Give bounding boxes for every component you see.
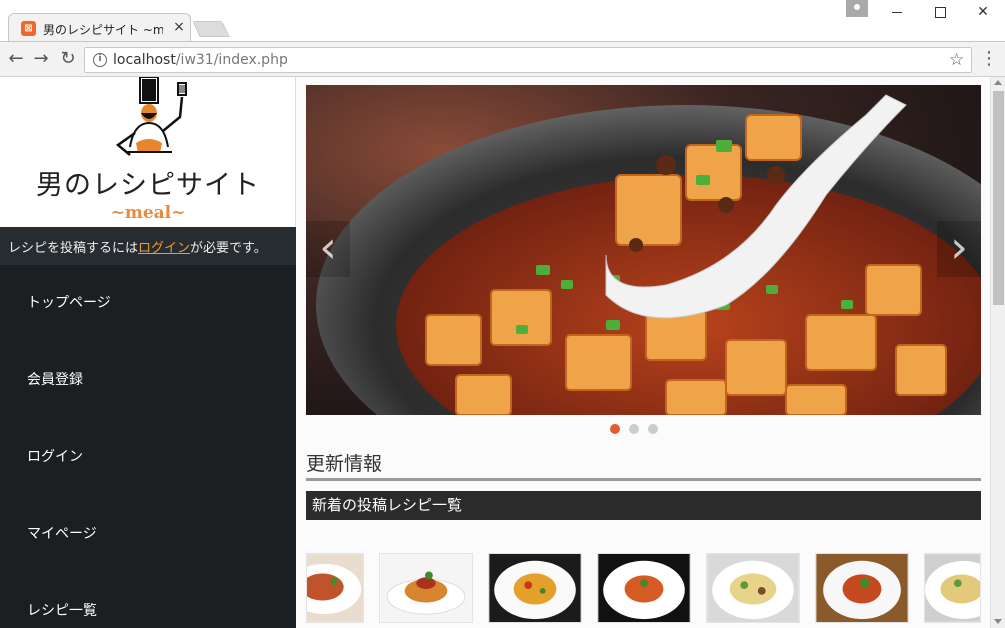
forward-icon[interactable]: → [31,49,51,69]
logo-subtitle: ~meal~ [110,203,186,223]
login-notice-before: レシピを投稿するには [8,241,139,256]
hero-carousel[interactable]: ‹ › [306,85,981,415]
recipe-thumbnail[interactable] [706,553,800,623]
user-profile-icon[interactable] [846,0,868,17]
recipe-thumbnail[interactable] [306,553,364,623]
login-link[interactable]: ログイン [138,241,190,256]
new-tab-button[interactable] [192,21,230,37]
tab-title: 男のレシピサイト ~meal~ ト [43,23,163,37]
bookmark-star-icon[interactable]: ☆ [949,50,964,70]
page-viewport: 男のレシピサイト ~meal~ レシピを投稿するにはログインが必要です。 トップ… [0,77,1005,628]
xampp-icon: ⊠ [21,21,36,36]
address-bar[interactable]: i localhost/iw31/index.php ☆ [84,47,972,73]
carousel-indicator-3[interactable] [648,424,658,434]
scroll-down-arrow-icon[interactable] [994,619,1002,624]
nav-item-register[interactable]: 会員登録 [0,360,296,400]
nav-item-mypage[interactable]: マイページ [0,514,296,554]
back-icon[interactable]: ← [6,49,26,69]
heading-divider [306,478,981,481]
recipe-thumbnail[interactable] [815,553,909,623]
info-icon[interactable]: i [93,53,107,67]
browser-menu-icon[interactable]: ⋮ [979,49,999,69]
recipe-thumbnail[interactable] [488,553,582,623]
nav-item-login[interactable]: ログイン [0,437,296,477]
login-notice-after: が必要です。 [190,241,267,256]
sidebar: 男のレシピサイト ~meal~ レシピを投稿するにはログインが必要です。 トップ… [0,77,296,628]
browser-tab[interactable]: ⊠ 男のレシピサイト ~meal~ ト × [8,13,191,42]
url-host: localhost [113,52,176,68]
tab-close-icon[interactable]: × [172,19,186,35]
updates-heading: 更新情報 [306,453,383,475]
login-notice: レシピを投稿するにはログインが必要です。 [0,227,296,265]
browser-titlebar: ⊠ 男のレシピサイト ~meal~ ト × ✕ [0,0,1005,42]
recipe-thumbnail-strip [306,553,981,628]
nav-item-recipe-list[interactable]: レシピ一覧 [0,591,296,628]
chef-logo-icon [115,77,187,156]
recipe-thumbnail[interactable] [379,553,473,623]
maximize-button[interactable] [925,2,955,22]
carousel-indicators [610,424,670,436]
recipe-thumbnail[interactable] [924,553,981,623]
scrollbar-thumb[interactable] [993,91,1004,305]
url-path: /iw31/index.php [175,52,288,68]
logo-title: 男のレシピサイト [36,170,260,201]
nav-item-top-page[interactable]: トップページ [0,283,296,323]
reload-icon[interactable]: ↻ [58,49,78,69]
close-window-button[interactable]: ✕ [968,2,998,22]
carousel-indicator-1[interactable] [610,424,620,434]
recipe-thumbnail[interactable] [597,553,691,623]
minimize-button[interactable] [882,2,912,22]
scroll-up-arrow-icon[interactable] [994,80,1002,85]
carousel-next-button[interactable]: › [937,221,981,277]
carousel-indicator-2[interactable] [629,424,639,434]
page-scrollbar[interactable] [990,77,1005,628]
main-content: ‹ › 更新情報 新着の投稿レシピ一覧 [296,77,990,628]
mapo-tofu-slide-image [306,85,981,415]
site-logo[interactable]: 男のレシピサイト ~meal~ [0,77,296,227]
browser-toolbar: ← → ↻ i localhost/iw31/index.php ☆ ⋮ [0,41,1005,77]
new-recipes-heading: 新着の投稿レシピ一覧 [306,491,981,520]
url-text: localhost/iw31/index.php [113,52,288,68]
carousel-prev-button[interactable]: ‹ [306,221,350,277]
